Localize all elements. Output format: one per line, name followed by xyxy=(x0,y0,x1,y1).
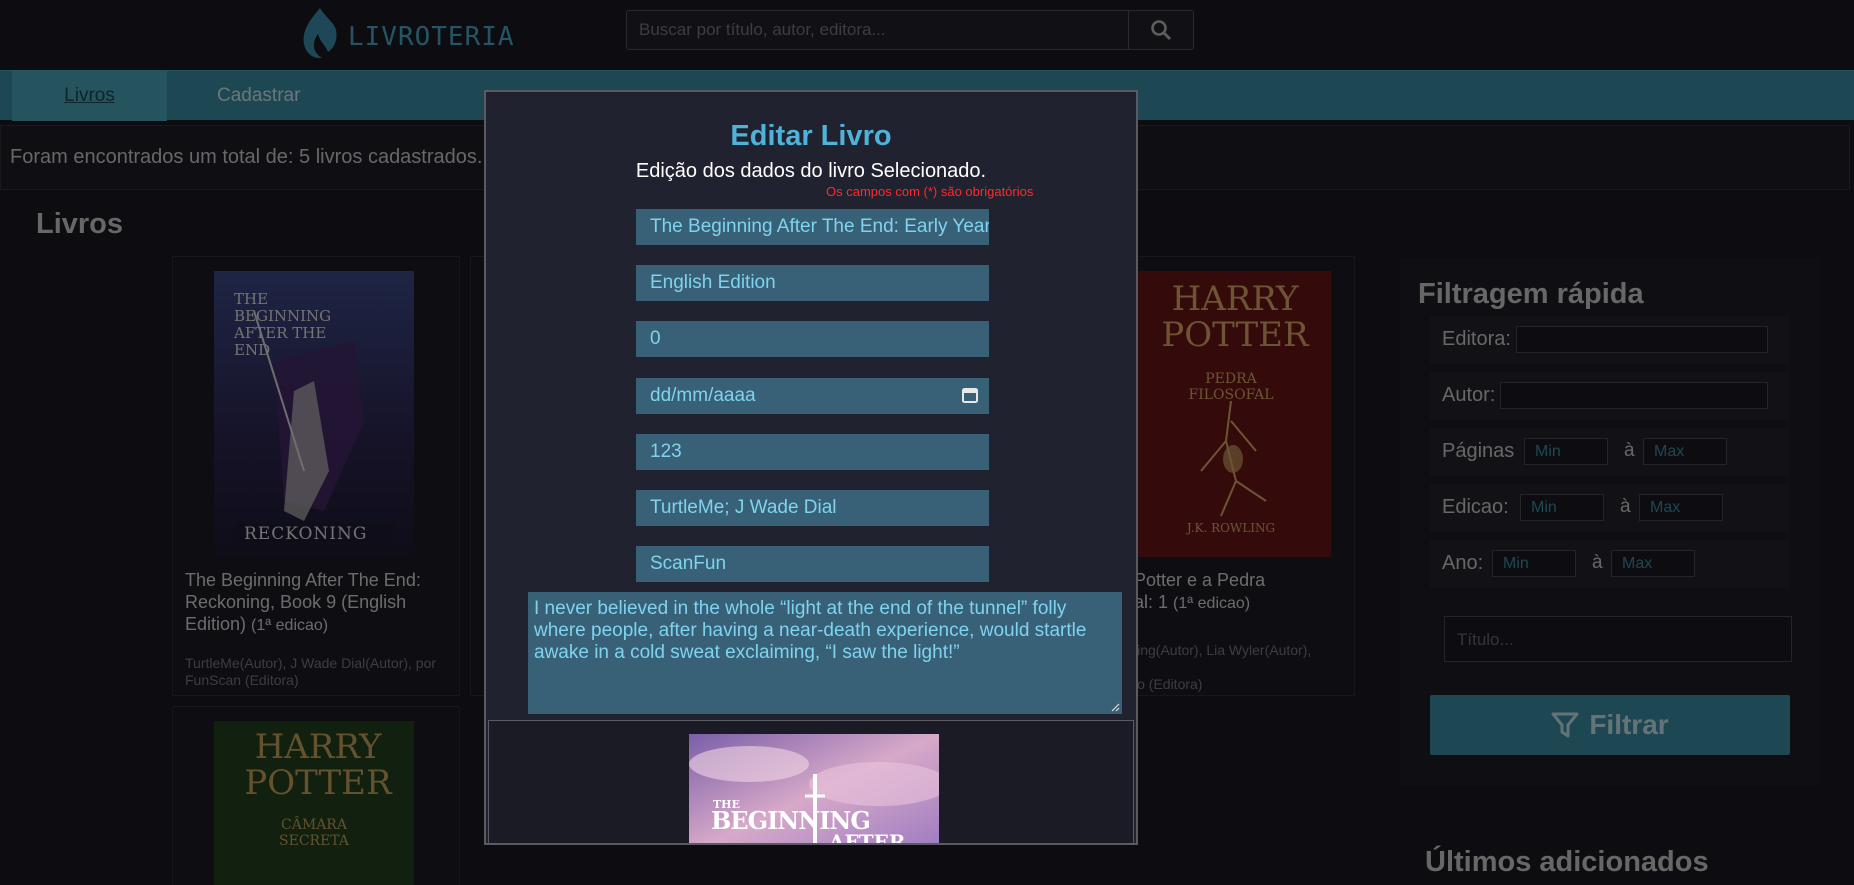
data-field-value: dd/mm/aaaa xyxy=(650,385,756,406)
subtitulo-field[interactable]: English Edition xyxy=(636,265,989,301)
calendar-icon[interactable] xyxy=(961,386,979,404)
cover-preview-text-3: AFTER xyxy=(829,830,906,845)
modal-title: Editar Livro xyxy=(730,120,892,152)
cover-preview-panel: THE BEGINNING AFTER xyxy=(488,720,1134,845)
cover-preview-image: THE BEGINNING AFTER xyxy=(689,734,939,845)
autores-field[interactable]: TurtleMe; J Wade Dial xyxy=(636,490,989,526)
descricao-textarea[interactable]: I never believed in the whole “light at … xyxy=(528,592,1122,714)
edit-book-modal: Editar Livro Edição dos dados do livro S… xyxy=(484,90,1138,845)
editora-field[interactable]: ScanFun xyxy=(636,546,989,582)
paginas-field[interactable]: 123 xyxy=(636,434,989,470)
descricao-text: I never believed in the whole “light at … xyxy=(534,598,1087,663)
data-field[interactable]: dd/mm/aaaa xyxy=(636,378,989,414)
required-fields-note: Os campos com (*) são obrigatórios xyxy=(826,184,1034,199)
modal-subtitle: Edição dos dados do livro Selecionado. xyxy=(635,160,987,182)
titulo-field[interactable]: The Beginning After The End: Early Years xyxy=(636,209,989,245)
resize-grip-icon[interactable] xyxy=(1110,702,1120,712)
edicao-field[interactable]: 0 xyxy=(636,321,989,357)
